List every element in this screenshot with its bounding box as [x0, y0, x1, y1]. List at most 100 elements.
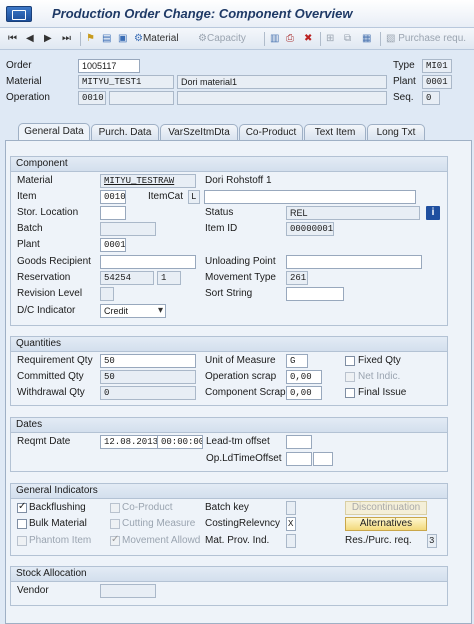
- unloading-point-label: Unloading Point: [205, 256, 276, 267]
- fixed-qty-checkbox[interactable]: [345, 356, 355, 366]
- seq-field[interactable]: 0: [422, 91, 440, 105]
- purchase-requisition-button[interactable]: ▧ Purchase requ.: [386, 32, 466, 46]
- insert-icon[interactable]: ⊞: [326, 32, 334, 46]
- operation-field[interactable]: 0010: [78, 91, 106, 105]
- plant-label: Plant: [393, 76, 416, 87]
- operation-scrap-label: Operation scrap: [205, 371, 277, 382]
- fixed-qty-label: Fixed Qty: [358, 355, 401, 366]
- info-icon[interactable]: i: [426, 206, 440, 220]
- itemcat-field[interactable]: L: [188, 190, 200, 204]
- operation-description: [177, 91, 387, 105]
- item-id-field[interactable]: 00000001: [286, 222, 334, 236]
- stor-location-field[interactable]: [100, 206, 126, 220]
- movement-type-field[interactable]: 261: [286, 271, 308, 285]
- requirement-qty-field[interactable]: 50: [100, 354, 196, 368]
- component-material-field[interactable]: MITYU_TESTRAW: [100, 174, 196, 188]
- phantom-item-label: Phantom Item: [29, 535, 92, 546]
- window-title: Production Order Change: Component Overv…: [52, 6, 353, 21]
- copy-icon[interactable]: ⧉: [344, 32, 351, 46]
- material-label: Material: [6, 76, 42, 87]
- first-page-icon[interactable]: ⏮: [8, 32, 17, 46]
- tab-general-data[interactable]: General Data: [18, 123, 90, 140]
- net-indic-checkbox[interactable]: [345, 372, 355, 382]
- order-field[interactable]: 1005117: [78, 59, 140, 73]
- tab-varszeitmdta[interactable]: VarSzeItmDta: [160, 124, 238, 140]
- sap-menu-icon[interactable]: [6, 6, 32, 22]
- component-scrap-field[interactable]: 0,00: [286, 386, 322, 400]
- list-icon[interactable]: ▦: [362, 32, 371, 46]
- withdrawal-qty-field[interactable]: 0: [100, 386, 196, 400]
- plant-field[interactable]: 0001: [422, 75, 452, 89]
- costing-relevancy-field[interactable]: X: [286, 517, 296, 531]
- details-icon[interactable]: ▤: [102, 32, 111, 46]
- op-ld-time-offset-field[interactable]: [286, 452, 312, 466]
- final-issue-label: Final Issue: [358, 387, 407, 398]
- backflushing-checkbox[interactable]: [17, 501, 27, 513]
- cutting-measure-label: Cutting Measure: [122, 518, 196, 529]
- dc-indicator-value: Credit: [104, 306, 129, 316]
- header-icon[interactable]: ▣: [118, 32, 127, 46]
- item-text-field[interactable]: [204, 190, 416, 204]
- alternatives-button[interactable]: Alternatives: [345, 517, 427, 531]
- unit-of-measure-field[interactable]: G: [286, 354, 308, 368]
- batch-field[interactable]: [100, 222, 156, 236]
- goods-recipient-label: Goods Recipient: [17, 256, 91, 267]
- sort-string-field[interactable]: [286, 287, 344, 301]
- type-field[interactable]: MI01: [422, 59, 452, 73]
- lead-tm-offset-field[interactable]: [286, 435, 312, 449]
- lead-tm-offset-label: Lead-tm offset: [206, 436, 270, 447]
- requirement-qty-label: Requirement Qty: [17, 355, 93, 366]
- movement-type-label: Movement Type: [205, 272, 276, 283]
- withdrawal-qty-label: Withdrawal Qty: [17, 387, 85, 398]
- unloading-point-field[interactable]: [286, 255, 422, 269]
- material-button[interactable]: ⚙Material: [134, 32, 179, 46]
- document-icon[interactable]: ▥: [270, 32, 279, 46]
- reservation-field[interactable]: 54254: [100, 271, 154, 285]
- item-id-label: Item ID: [205, 223, 238, 234]
- reqmt-time-field[interactable]: 00:00:00: [157, 435, 203, 449]
- revision-level-label: Revision Level: [17, 288, 83, 299]
- mat-prov-ind-field[interactable]: [286, 534, 296, 548]
- bulk-material-checkbox[interactable]: [17, 519, 27, 529]
- res-purc-req-field[interactable]: 3: [427, 534, 437, 548]
- co-product-checkbox[interactable]: [110, 503, 120, 513]
- vendor-field[interactable]: [100, 584, 156, 598]
- select-icon[interactable]: ⚑: [86, 32, 95, 46]
- tab-purch-data[interactable]: Purch. Data: [91, 124, 159, 140]
- last-page-icon[interactable]: ⏭: [62, 32, 71, 46]
- bulk-material-label: Bulk Material: [29, 518, 87, 529]
- print-icon[interactable]: ⎙: [286, 32, 294, 46]
- phantom-item-checkbox[interactable]: [17, 536, 27, 546]
- dates-group-title: Dates: [11, 418, 447, 433]
- tab-text-item[interactable]: Text Item: [304, 124, 366, 140]
- final-issue-checkbox[interactable]: [345, 388, 355, 398]
- delete-icon[interactable]: ✖: [304, 32, 312, 46]
- plant-component-field[interactable]: 0001: [100, 238, 126, 252]
- movement-allowed-label: Movement Allowd: [122, 535, 201, 546]
- operation-scrap-field[interactable]: 0,00: [286, 370, 322, 384]
- next-page-icon[interactable]: ▶: [44, 32, 52, 46]
- dc-indicator-select[interactable]: Credit: [100, 304, 166, 318]
- reqmt-date-field[interactable]: 12.08.2013: [100, 435, 158, 449]
- material-field[interactable]: MITYU_TEST1: [78, 75, 174, 89]
- previous-page-icon[interactable]: ◀: [26, 32, 34, 46]
- sort-string-label: Sort String: [205, 288, 253, 299]
- tab-co-product[interactable]: Co-Product: [239, 124, 303, 140]
- movement-allowed-checkbox[interactable]: [110, 534, 120, 546]
- vendor-label: Vendor: [17, 585, 49, 596]
- discontinuation-button[interactable]: Discontinuation: [345, 501, 427, 515]
- committed-qty-field[interactable]: 50: [100, 370, 196, 384]
- tab-long-txt[interactable]: Long Txt: [367, 124, 425, 140]
- cutting-measure-checkbox[interactable]: [110, 519, 120, 529]
- reservation-item-field[interactable]: 1: [157, 271, 181, 285]
- status-field[interactable]: REL: [286, 206, 420, 220]
- item-field[interactable]: 0010: [100, 190, 126, 204]
- op-ld-time-offset-unit-field[interactable]: [313, 452, 333, 466]
- unit-of-measure-label: Unit of Measure: [205, 355, 276, 366]
- batch-key-field[interactable]: [286, 501, 296, 515]
- component-material-label: Material: [17, 175, 53, 186]
- goods-recipient-field[interactable]: [100, 255, 196, 269]
- capacity-icon: ⚙: [198, 33, 207, 44]
- capacity-button[interactable]: ⚙Capacity: [198, 32, 246, 46]
- revision-level-field[interactable]: [100, 287, 114, 301]
